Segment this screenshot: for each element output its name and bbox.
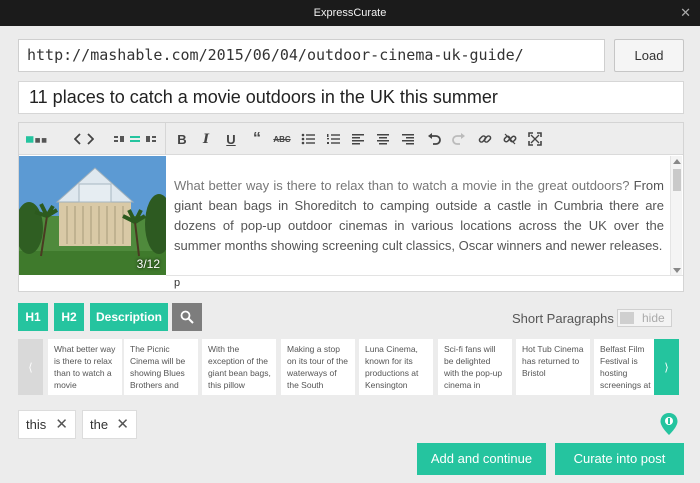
editor-scrollbar[interactable] [670,156,682,276]
italic-icon[interactable]: I [197,131,215,147]
strip-prev-button[interactable]: ⟨ [18,339,43,395]
location-pin-icon[interactable] [659,412,679,436]
url-input[interactable]: http://mashable.com/2015/06/04/outdoor-c… [18,39,605,72]
align-center-icon[interactable] [374,131,392,147]
description-button[interactable]: Description [90,303,168,331]
scroll-down-icon[interactable] [673,268,681,273]
underline-icon[interactable]: U [222,131,240,147]
post-title-input[interactable]: 11 places to catch a movie outdoors in t… [18,81,684,114]
strip-next-button[interactable]: ⟩ [654,339,679,395]
keyword-chip: this ✕ [18,410,76,439]
redo-icon[interactable] [450,131,468,147]
keyword-label: this [26,417,47,432]
paragraph-card[interactable]: What better way is there to relax than t… [48,339,122,395]
undo-icon[interactable] [425,131,443,147]
paragraph-strip: ⟨ What better way is there to relax than… [18,339,680,395]
rich-text-editor: B I U “ ABC 3/12 What better way is ther… [18,122,684,292]
short-paragraphs-toggle[interactable]: hide [617,309,672,327]
search-icon [180,310,194,324]
toggle-knob [620,312,634,324]
title-bar: ExpressCurate ✕ [0,0,700,26]
editor-toolbar: B I U “ ABC [19,123,683,155]
toolbar-divider [165,123,166,155]
paragraph-card[interactable]: Sci-fi fans will be delighted with the p… [438,339,512,395]
code-view-icon[interactable] [73,131,95,147]
element-path: p [166,275,683,291]
image-counter: 3/12 [136,257,160,271]
load-button[interactable]: Load [614,39,684,72]
unlink-icon[interactable] [501,131,519,147]
remove-keyword-icon[interactable]: ✕ [55,411,68,438]
paragraph-card[interactable]: The Picnic Cinema will be showing Blues … [124,339,198,395]
blockquote-icon[interactable]: “ [248,130,266,147]
keyword-label: the [90,417,109,432]
paragraph-cards: What better way is there to relax than t… [48,339,654,395]
h1-button[interactable]: H1 [18,303,48,331]
keyword-chip: the ✕ [82,410,137,439]
fullscreen-icon[interactable] [526,131,544,147]
numbered-list-icon[interactable] [324,131,342,147]
add-and-continue-button[interactable]: Add and continue [417,443,546,475]
h2-button[interactable]: H2 [54,303,84,331]
align-left-icon[interactable] [349,131,367,147]
paragraph-card[interactable]: With the exception of the giant bean bag… [202,339,276,395]
toggle-label: hide [642,311,665,325]
scroll-thumb[interactable] [673,169,681,191]
search-button[interactable] [172,303,202,331]
layout-icon[interactable] [25,131,53,147]
editor-content[interactable]: What better way is there to relax than t… [174,176,664,256]
bullet-list-icon[interactable] [299,131,317,147]
align-right-icon[interactable] [399,131,417,147]
window-title: ExpressCurate [313,7,387,19]
editor-text-intro: What better way is there to relax than t… [174,178,630,193]
paragraph-card[interactable]: Hot Tub Cinema has returned to Bristol [516,339,590,395]
paragraph-card[interactable]: Luna Cinema, known for its productions a… [359,339,433,395]
paragraph-card[interactable]: Belfast Film Festival is hosting screeni… [594,339,654,395]
paragraph-card[interactable]: Making a stop on its tour of the waterwa… [281,339,355,395]
strikethrough-icon[interactable]: ABC [273,131,291,147]
link-icon[interactable] [476,131,494,147]
align-image-icon[interactable] [114,131,158,147]
expresscurate-window: ExpressCurate ✕ http://mashable.com/2015… [0,0,700,483]
article-image[interactable]: 3/12 [19,156,166,275]
close-icon[interactable]: ✕ [680,0,691,26]
remove-keyword-icon[interactable]: ✕ [116,411,129,438]
bold-icon[interactable]: B [173,131,191,147]
scroll-up-icon[interactable] [673,159,681,164]
short-paragraphs-label: Short Paragraphs [512,311,614,326]
curate-into-post-button[interactable]: Curate into post [555,443,684,475]
